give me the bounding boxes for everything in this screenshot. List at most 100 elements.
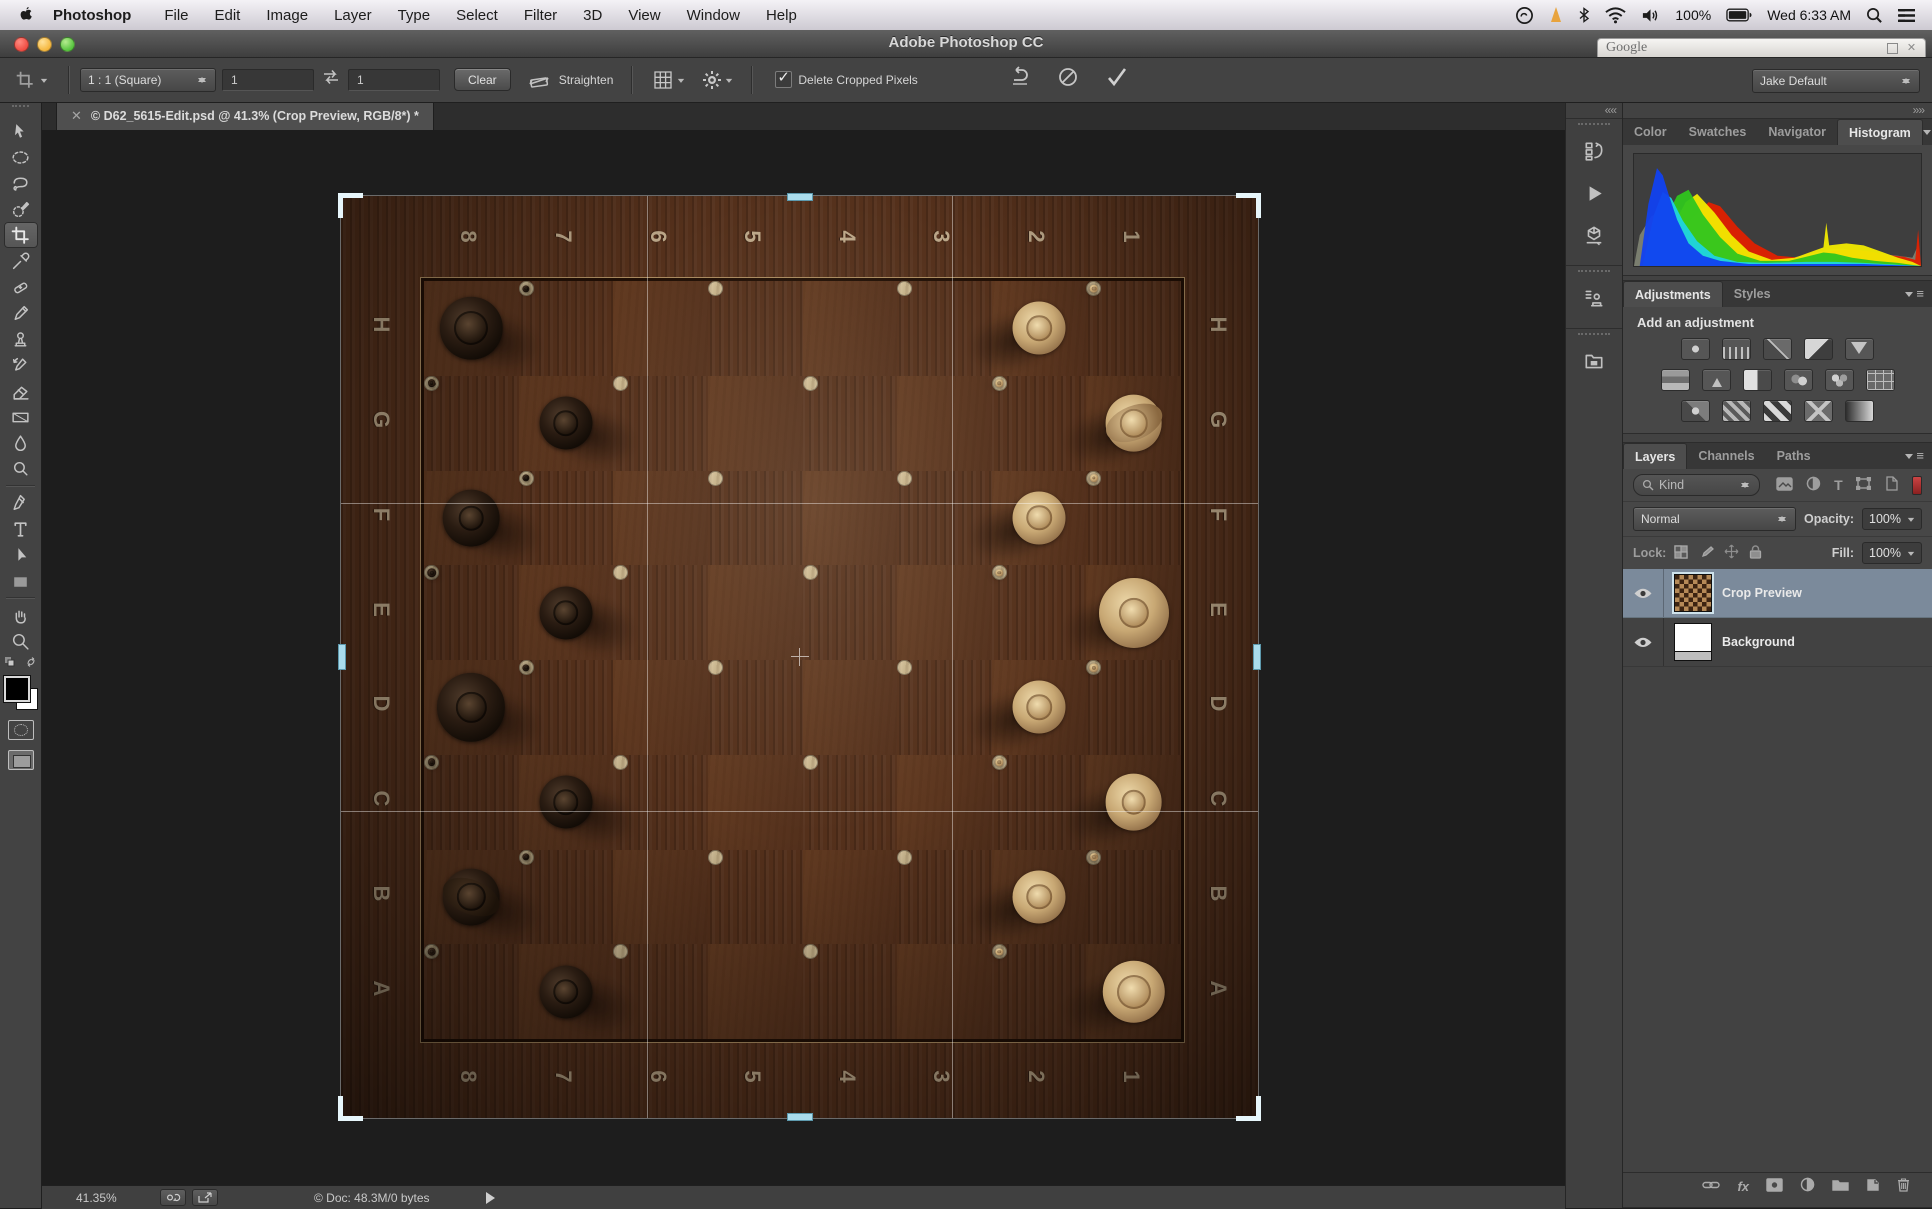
nav-tab-navigator[interactable]: Navigator [1757,119,1837,145]
levels-adjustment-icon[interactable] [1722,338,1751,360]
eyedropper-tool[interactable] [4,248,38,274]
status-sync-icon[interactable] [160,1189,186,1206]
curves-adjustment-icon[interactable] [1763,338,1792,360]
vibrance-adjustment-icon[interactable] [1845,338,1874,360]
zoom-tool[interactable] [4,628,38,654]
menu-edit[interactable]: Edit [202,7,254,24]
layer-effects-icon[interactable]: fx [1737,1179,1749,1194]
clear-button[interactable]: Clear [454,68,511,91]
crop-edge-handle[interactable] [338,644,346,670]
spotlight-search-icon[interactable] [1866,7,1883,24]
shape-tool[interactable] [4,568,38,594]
fill-value[interactable]: 100% [1862,542,1922,564]
ratio-height-input[interactable]: 1 [348,69,440,91]
invert-adjustment-icon[interactable] [1681,400,1710,422]
new-group-icon[interactable] [1832,1178,1849,1194]
document-size-info[interactable]: © Doc: 48.3M/0 bytes [314,1191,430,1205]
straighten-button[interactable]: Straighten [519,70,622,90]
filter-adjustment-layers-icon[interactable] [1806,476,1821,494]
battery-icon[interactable] [1726,8,1752,22]
panel-menu-icon[interactable]: ≡ [1923,119,1932,145]
cancel-crop-icon[interactable] [1056,65,1080,94]
bw-adjustment-icon[interactable] [1743,369,1772,391]
move-tool[interactable] [4,118,38,144]
creative-cloud-icon[interactable] [1515,6,1534,25]
tool-presets-panel-icon[interactable] [1572,278,1616,318]
filter-pixel-layers-icon[interactable] [1776,477,1793,494]
google-widget-restore-icon[interactable] [1887,43,1898,54]
crop-corner-handle[interactable] [1236,1096,1261,1121]
spot-heal-tool[interactable] [4,274,38,300]
panel-menu-icon[interactable]: ≡ [1905,281,1932,307]
swap-dimensions-icon[interactable] [320,67,342,92]
workspace-select[interactable]: Jake Default [1752,69,1920,93]
selective-adjustment-icon[interactable] [1804,400,1833,422]
active-tool-badge[interactable] [0,69,58,91]
commit-crop-icon[interactable] [1104,65,1130,94]
menu-3d[interactable]: 3D [570,7,615,24]
screen-mode-button[interactable] [8,750,34,770]
menu-help[interactable]: Help [753,7,810,24]
nav-tab-color[interactable]: Color [1623,119,1678,145]
delete-layer-icon[interactable] [1897,1177,1910,1195]
filter-shape-layers-icon[interactable] [1856,477,1871,493]
crop-center-marker[interactable] [791,648,809,666]
layer-filter-kind-select[interactable]: Kind [1633,474,1760,496]
layers-tab-layers[interactable]: Layers [1623,443,1687,469]
wifi-icon[interactable] [1605,7,1626,24]
layer-filter-toggle[interactable] [1912,476,1922,495]
crop-edge-handle[interactable] [787,193,813,201]
collapse-dock-chevrons-icon[interactable]: »» [1913,103,1924,117]
balance-adjustment-icon[interactable] [1702,369,1731,391]
notification-center-icon[interactable] [1898,8,1916,23]
brightness-adjustment-icon[interactable] [1681,338,1710,360]
hand-tool[interactable] [4,602,38,628]
delete-cropped-pixels-checkbox[interactable]: ✓ [775,71,792,88]
foreground-color-swatch[interactable] [4,676,30,702]
pen-tool[interactable] [4,490,38,516]
link-layers-icon[interactable] [1702,1179,1720,1194]
filter-smart-objects-icon[interactable] [1884,476,1898,494]
blend-mode-select[interactable]: Normal [1633,507,1796,531]
panel-menu-icon[interactable]: ≡ [1905,443,1932,469]
lock-position-icon[interactable] [1724,544,1739,562]
google-widget[interactable]: Google ✕ [1597,38,1926,57]
layers-tab-paths[interactable]: Paths [1766,443,1822,469]
3d-panel-icon[interactable] [1572,215,1616,255]
layer-visibility-toggle[interactable] [1623,618,1664,666]
status-bar-menu-arrow-icon[interactable] [486,1192,501,1204]
filter-type-layers-icon[interactable]: T [1834,477,1843,493]
reset-crop-icon[interactable] [1008,65,1032,94]
menu-photoshop[interactable]: Photoshop [40,7,151,24]
crop-tool[interactable] [4,222,38,248]
type-tool[interactable] [4,516,38,542]
layer-row-crop-preview[interactable]: Crop Preview [1623,569,1932,618]
eraser-tool[interactable] [4,378,38,404]
crop-corner-handle[interactable] [1236,193,1261,218]
mixer-adjustment-icon[interactable] [1825,369,1854,391]
brush-tool[interactable] [4,300,38,326]
add-layer-mask-icon[interactable] [1766,1178,1783,1195]
actions-panel-icon[interactable] [1572,173,1616,213]
menu-clock[interactable]: Wed 6:33 AM [1767,7,1851,23]
history-panel-icon[interactable] [1572,131,1616,171]
color-swatches[interactable] [4,676,38,710]
crop-ratio-select[interactable]: 1 : 1 (Square) [80,68,216,92]
new-layer-icon[interactable] [1866,1178,1880,1195]
chessboard-photo[interactable]: 8765432187654321HGFEDCBAHGFEDCBA [341,196,1258,1118]
blur-tool[interactable] [4,430,38,456]
nav-tab-swatches[interactable]: Swatches [1678,119,1758,145]
quick-mask-button[interactable] [8,720,34,740]
document-canvas[interactable]: 8765432187654321HGFEDCBAHGFEDCBA [42,130,1565,1185]
lookup-adjustment-icon[interactable] [1866,369,1895,391]
crop-corner-handle[interactable] [338,193,363,218]
lock-transparency-icon[interactable] [1674,545,1688,562]
nav-tab-histogram[interactable]: Histogram [1837,119,1923,145]
menu-view[interactable]: View [615,7,673,24]
adjust-tab-styles[interactable]: Styles [1723,281,1782,307]
google-widget-close-icon[interactable]: ✕ [1906,43,1917,54]
quick-select-tool[interactable] [4,196,38,222]
menu-file[interactable]: File [151,7,201,24]
menu-select[interactable]: Select [443,7,511,24]
crop-settings-gear-button[interactable] [693,69,741,91]
